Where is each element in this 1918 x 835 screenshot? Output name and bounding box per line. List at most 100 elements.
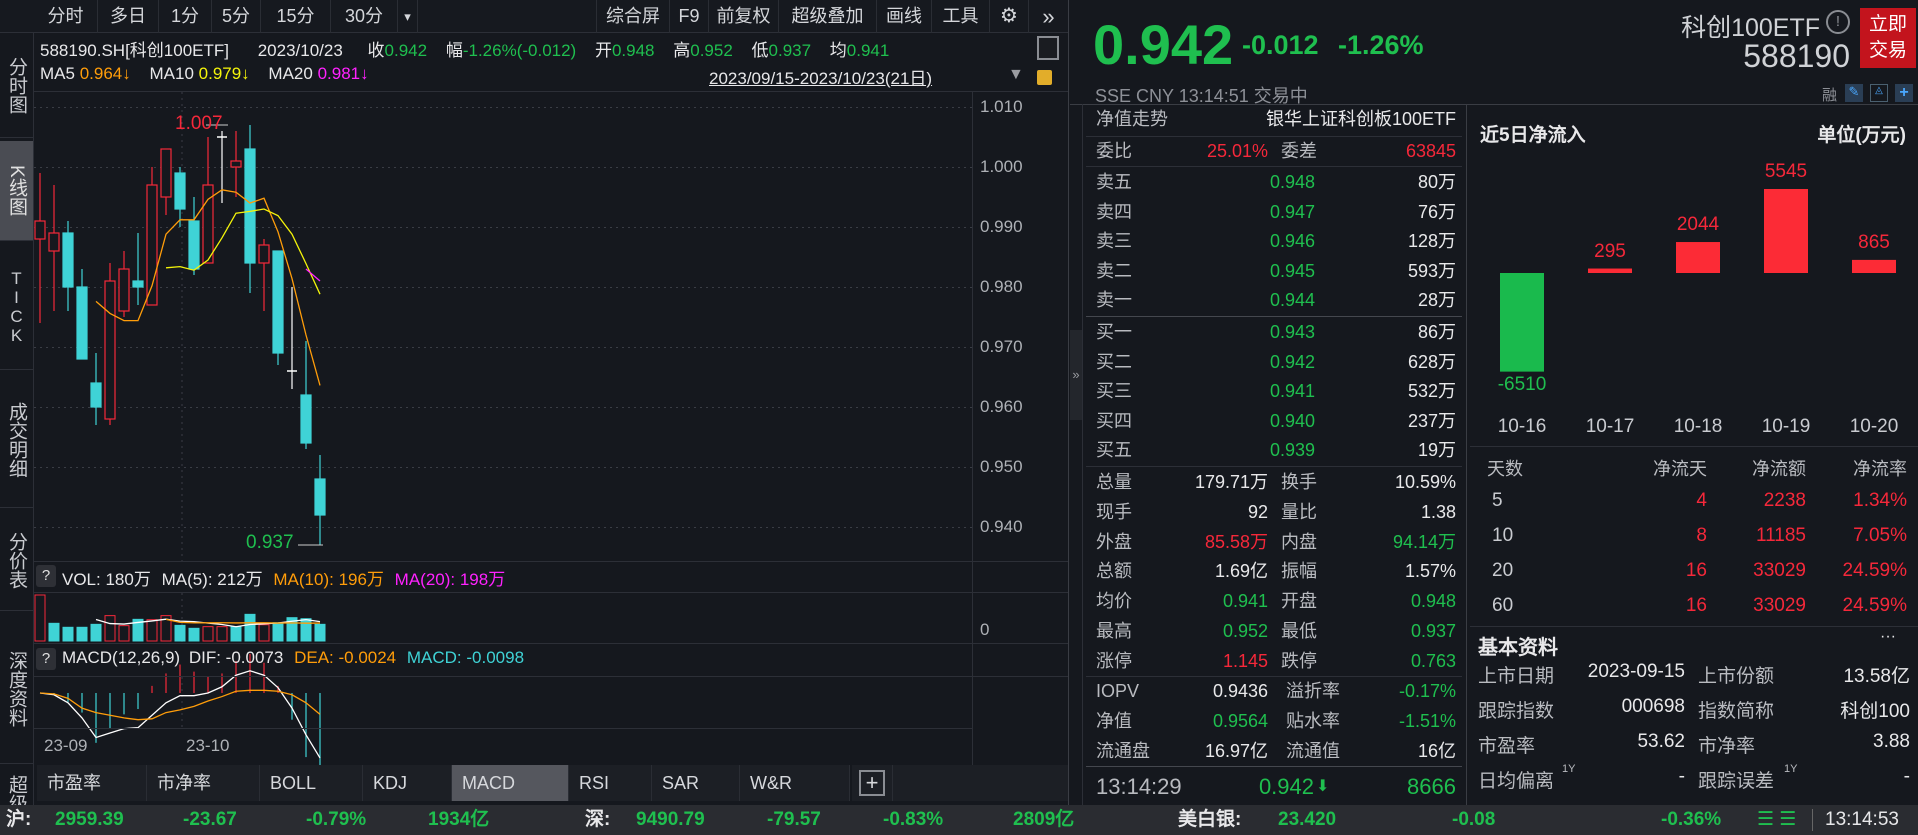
stat-label: 涨停 (1096, 650, 1132, 671)
volume-bar (104, 615, 116, 642)
volume-bar (90, 623, 102, 642)
table-cell: 33029 (1753, 560, 1806, 581)
stat-label: 流通盘 (1096, 740, 1150, 761)
stat-value: 0.941 (1222, 591, 1268, 612)
silver-price[interactable]: 23.420 (1278, 805, 1336, 835)
net-inflow-value: 2044 (1676, 214, 1720, 236)
market-status-bar: 沪: 2959.39 -23.67 -0.79% 1934亿 深: 9490.7… (0, 805, 1918, 835)
volume-bar (230, 626, 242, 642)
sidebar-item-super[interactable]: 超级 (0, 767, 33, 805)
net-inflow-date: 10-20 (1849, 416, 1899, 437)
stat-value: 10.59% (1394, 472, 1456, 492)
basic-label: 上市份额 (1698, 666, 1775, 687)
macd-help-button[interactable]: ? (36, 648, 56, 670)
table-cell: 1.34% (1853, 490, 1907, 511)
x-label-2310: 23-10 (186, 736, 230, 755)
net-inflow-value: -6510 (1497, 373, 1547, 395)
tab-pe[interactable]: 市盈率 (37, 765, 147, 801)
basic-label: 指数简称 (1698, 701, 1775, 722)
sz-pct: -0.83% (883, 809, 944, 830)
vol-ma20: MA(20): 198万 (394, 570, 506, 589)
net-inflow-value: 865 (1858, 231, 1890, 253)
volume-bar (146, 619, 158, 642)
macd-dea: DEA: -0.0024 (294, 648, 397, 667)
tab-sar[interactable]: SAR (652, 765, 740, 801)
sz-label: 深: (585, 809, 611, 830)
table-cell: 2238 (1763, 490, 1806, 511)
stat-value: 92 (1247, 501, 1268, 522)
volume-bar (188, 627, 200, 642)
table-header: 净流率 (1853, 459, 1907, 479)
stat-label: 现手 (1096, 501, 1132, 522)
x-label-2309: 23-09 (44, 736, 88, 755)
table-cell: 10 (1492, 525, 1514, 546)
sz-change: -79.57 (767, 809, 821, 830)
tab-filler (893, 765, 1068, 801)
stat-label: 均价 (1096, 591, 1132, 612)
stat-value: 1.38 (1420, 501, 1456, 522)
sz-index[interactable]: 9490.79 (636, 805, 705, 835)
sh-index[interactable]: 2959.39 (55, 805, 124, 835)
basic-value: 3.88 (1873, 731, 1910, 752)
tab-wr[interactable]: W&R (740, 765, 850, 801)
tab-macd[interactable]: MACD (452, 765, 569, 801)
basic-label: 上市日期 (1478, 666, 1555, 687)
candle-body (314, 478, 326, 516)
volume-bar (48, 622, 60, 642)
silver-label: 美白银: (1178, 809, 1242, 830)
volume-axis-zero: 0 (980, 620, 990, 639)
sz-amount: 2809亿 (1013, 809, 1075, 830)
last-tick-price: 0.942 (1258, 774, 1314, 799)
net-inflow-bar (1500, 273, 1544, 372)
macd-dif: DIF: -0.0073 (188, 648, 284, 667)
sh-pct: -0.79% (306, 809, 367, 830)
sh-change: -23.67 (183, 809, 237, 830)
tab-kdj[interactable]: KDJ (363, 765, 452, 801)
vol-ma10: MA(10): 196万 (273, 570, 384, 589)
table-cell: 8 (1696, 525, 1707, 546)
sh-label: 沪: (6, 809, 32, 830)
basic-label: 跟踪误差 (1698, 771, 1775, 792)
stat-value: 0.952 (1222, 621, 1268, 641)
basic-value: - (1903, 766, 1910, 787)
net-inflow-value: 5545 (1764, 160, 1808, 182)
net-inflow-date: 10-16 (1497, 416, 1547, 437)
stat-value: 16亿 (1417, 740, 1456, 761)
stat-label: 内盘 (1281, 531, 1317, 552)
volume-bar (272, 622, 284, 642)
stat-value: 1.69亿 (1214, 561, 1268, 582)
clock: 13:14:53 (1825, 809, 1899, 830)
net-inflow-value: 295 (1594, 240, 1626, 262)
add-indicator-button[interactable]: + (852, 765, 893, 801)
stat-label: 量比 (1281, 501, 1317, 522)
volume-bar (34, 594, 46, 642)
volume-help-button[interactable]: ? (36, 565, 56, 587)
more-icon[interactable]: ··· (1880, 628, 1896, 646)
volume-legend: VOL: 180万 MA(5): 212万 MA(10): 196万 MA(20… (62, 565, 505, 590)
volume-bar (202, 626, 214, 642)
table-header: 天数 (1487, 459, 1523, 479)
net-inflow-bars (1500, 188, 1896, 372)
table-cell: 4 (1696, 490, 1707, 511)
vol-value: VOL: 180万 (62, 570, 151, 589)
low-marker-label: 0.937 (246, 532, 294, 553)
net-inflow-bar (1588, 268, 1632, 273)
stat-label: 外盘 (1096, 531, 1132, 552)
basic-value: 科创100 (1840, 701, 1910, 722)
basic-value: - (1678, 766, 1685, 787)
tab-pb[interactable]: 市净率 (147, 765, 260, 801)
stat-value: 1.57% (1404, 561, 1456, 582)
volume-bar (314, 623, 326, 642)
net-inflow-bar (1852, 259, 1896, 273)
tab-boll[interactable]: BOLL (260, 765, 363, 801)
stat-value: 0.763 (1410, 650, 1456, 671)
menu-icon[interactable]: ☰ ☰ (1757, 805, 1796, 835)
table-header: 净流天 (1653, 459, 1707, 479)
volume-bar (244, 613, 256, 642)
table-cell: 16 (1685, 595, 1707, 616)
tab-rsi[interactable]: RSI (569, 765, 652, 801)
stat-value: 1.145 (1222, 650, 1268, 671)
stat-label: 换手 (1281, 472, 1317, 492)
stat-value: 0.948 (1410, 591, 1456, 612)
stat-value: -0.17% (1398, 681, 1456, 701)
